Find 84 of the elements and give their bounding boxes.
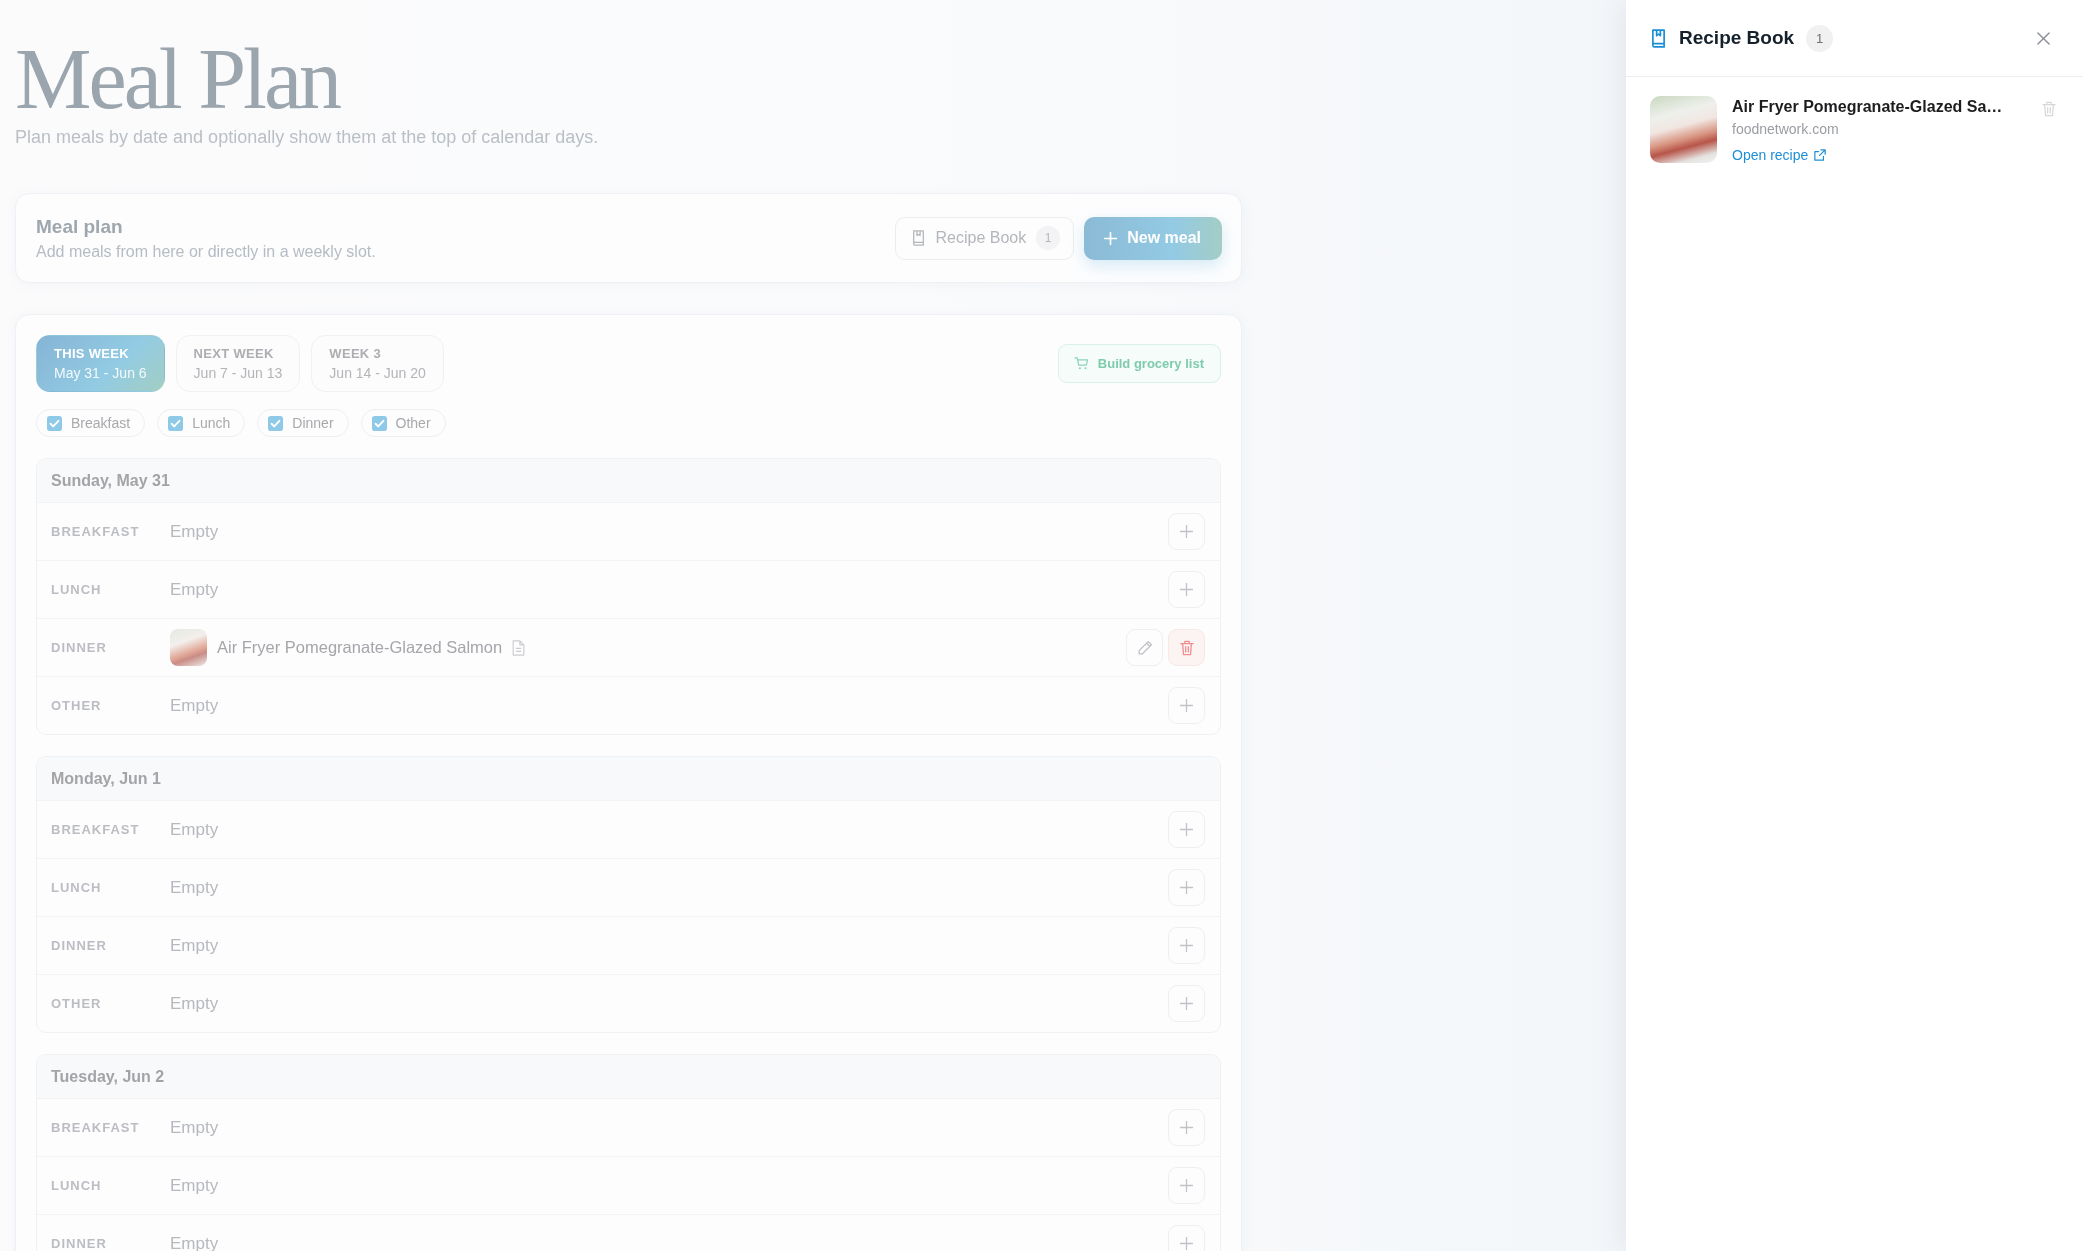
meal-type-label: LUNCH xyxy=(51,582,102,597)
close-icon xyxy=(2037,31,2050,45)
meal-filter-chip[interactable]: Other xyxy=(360,409,446,437)
empty-slot-text: Empty xyxy=(170,1175,219,1196)
add-button[interactable] xyxy=(1168,985,1205,1022)
new-meal-button[interactable]: New meal xyxy=(1084,216,1222,260)
empty-slot-text: Empty xyxy=(170,1117,219,1138)
plus-icon xyxy=(1180,583,1193,596)
count-badge: 1 xyxy=(1806,24,1834,52)
cart-icon xyxy=(1073,357,1089,370)
plus-icon xyxy=(1180,1179,1193,1192)
week-tab[interactable]: NEXT WEEK Jun 7 - Jun 13 xyxy=(175,335,301,392)
plus-icon xyxy=(1104,231,1118,245)
card-title: Meal plan xyxy=(36,214,123,239)
add-button[interactable] xyxy=(1168,811,1205,848)
plus-icon xyxy=(1180,699,1193,712)
recipe-source: foodnetwork.com xyxy=(1732,120,1839,138)
plus-icon xyxy=(1180,823,1193,836)
meal-type-label: DINNER xyxy=(51,1236,107,1251)
meal-filter-chip[interactable]: Lunch xyxy=(157,409,246,437)
empty-slot-text: Empty xyxy=(170,993,219,1014)
photo-placeholder xyxy=(170,629,207,666)
meal-type-label: OTHER xyxy=(51,698,102,713)
day-header: Tuesday, Jun 2 xyxy=(37,1055,1220,1098)
card-subtitle: Add meals from here or directly in a weekly slot. xyxy=(36,241,376,262)
document-icon xyxy=(512,639,526,656)
empty-slot-text: Empty xyxy=(170,935,219,956)
meal-type-label: DINNER xyxy=(51,640,107,655)
checkbox[interactable] xyxy=(268,415,284,431)
empty-slot-text: Empty xyxy=(170,877,219,898)
trash-icon xyxy=(1179,639,1194,656)
delete-button[interactable] xyxy=(1168,629,1205,666)
empty-slot-text: Empty xyxy=(170,819,219,840)
empty-slot-text: Empty xyxy=(170,695,219,716)
plus-icon xyxy=(1180,997,1193,1010)
photo-placeholder xyxy=(1650,96,1717,163)
plus-icon xyxy=(1180,1237,1193,1250)
add-button[interactable] xyxy=(1168,687,1205,724)
book-icon xyxy=(912,230,926,246)
meal-type-label: LUNCH xyxy=(51,1178,102,1193)
edit-button[interactable] xyxy=(1126,629,1163,666)
add-button[interactable] xyxy=(1168,927,1205,964)
add-button[interactable] xyxy=(1168,1167,1205,1204)
plus-icon xyxy=(1180,1121,1193,1134)
checkbox[interactable] xyxy=(168,415,184,431)
add-button[interactable] xyxy=(1168,513,1205,550)
meal-type-label: OTHER xyxy=(51,996,102,1011)
meal-type-label: BREAKFAST xyxy=(51,1120,140,1135)
recipe-book-button[interactable]: Recipe Book 1 xyxy=(895,216,1075,260)
recipe-title: Air Fryer Pomegranate-Glazed Sa… xyxy=(1732,97,2003,117)
checkbox[interactable] xyxy=(371,415,387,431)
add-button[interactable] xyxy=(1168,571,1205,608)
trash-icon xyxy=(2042,101,2056,117)
page-title: Meal Plan xyxy=(15,36,340,122)
external-link-icon xyxy=(1814,149,1827,161)
empty-slot-text: Empty xyxy=(170,579,219,600)
day-header: Monday, Jun 1 xyxy=(37,757,1220,800)
page-subtitle: Plan meals by date and optionally show them at the top of calendar days. xyxy=(15,126,599,148)
pencil-icon xyxy=(1136,639,1153,656)
week-tab[interactable]: THIS WEEK May 31 - Jun 6 xyxy=(36,335,165,392)
meal-filter-chip[interactable]: Breakfast xyxy=(36,409,146,437)
drawer-title: Recipe Book xyxy=(1679,27,1795,49)
add-button[interactable] xyxy=(1168,1225,1205,1251)
day-header: Sunday, May 31 xyxy=(37,459,1220,502)
close-button[interactable] xyxy=(2037,31,2050,45)
recipe-title[interactable]: Air Fryer Pomegranate-Glazed Salmon xyxy=(217,638,503,657)
add-button[interactable] xyxy=(1168,869,1205,906)
plus-icon xyxy=(1180,881,1193,894)
open-recipe-link[interactable]: Open recipe xyxy=(1732,146,1827,164)
plus-icon xyxy=(1180,939,1193,952)
plus-icon xyxy=(1180,525,1193,538)
empty-slot-text: Empty xyxy=(170,521,219,542)
book-icon xyxy=(1651,28,1666,48)
count-badge: 1 xyxy=(1036,226,1061,250)
checkbox[interactable] xyxy=(47,415,62,431)
meal-type-label: BREAKFAST xyxy=(51,524,140,539)
delete-button[interactable] xyxy=(2042,101,2056,117)
meal-type-label: LUNCH xyxy=(51,880,102,895)
build-grocery-list-button[interactable]: Build grocery list xyxy=(1057,344,1221,383)
meal-type-label: BREAKFAST xyxy=(51,822,140,837)
meal-filter-chip[interactable]: Dinner xyxy=(257,409,349,437)
meal-type-label: DINNER xyxy=(51,938,107,953)
week-tab[interactable]: WEEK 3 Jun 14 - Jun 20 xyxy=(311,335,444,392)
add-button[interactable] xyxy=(1168,1109,1205,1146)
